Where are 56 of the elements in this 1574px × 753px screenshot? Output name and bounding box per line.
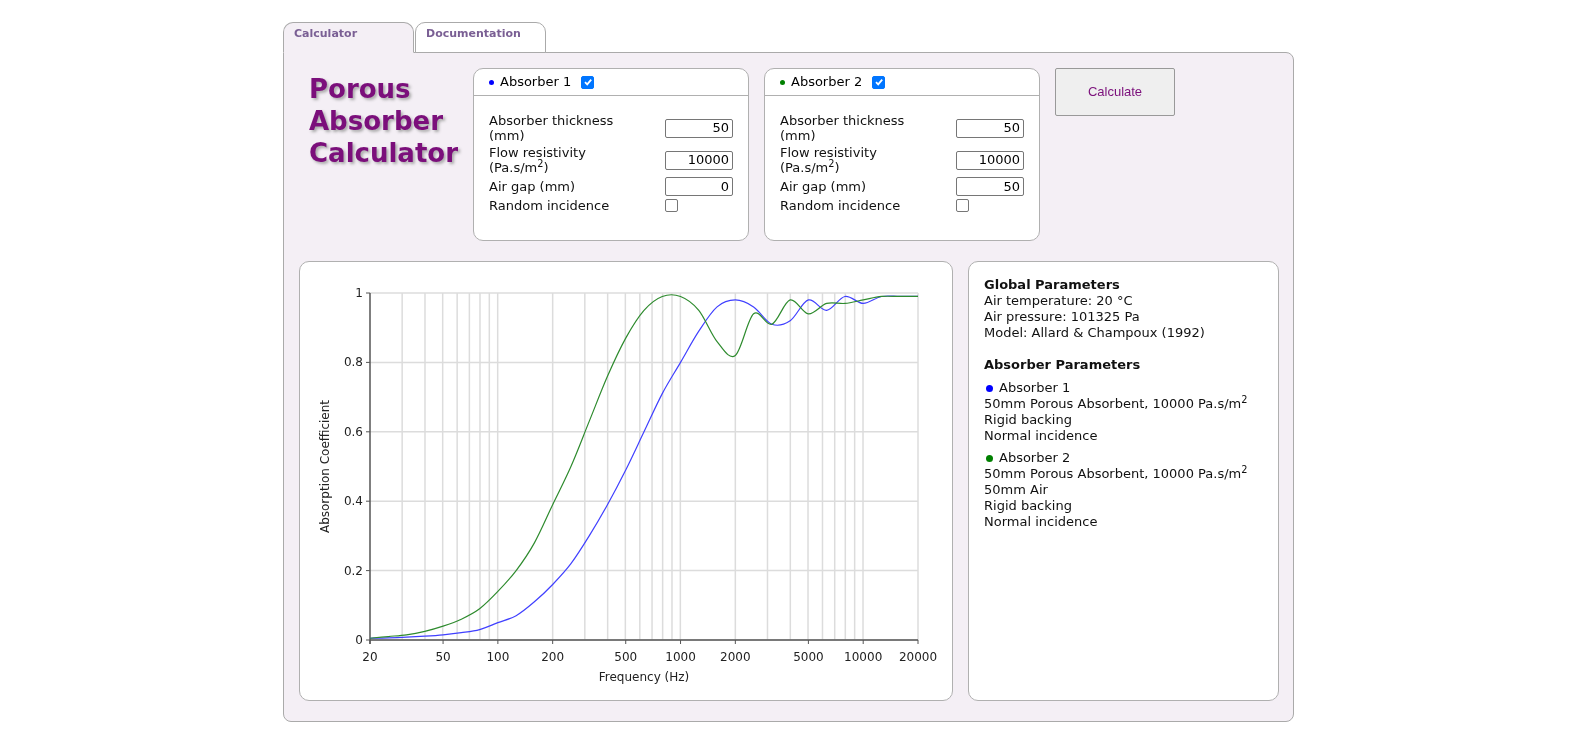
x-tick-label: 500 — [614, 650, 638, 664]
info-line: Air temperature: 20 °C — [984, 293, 1134, 309]
number-field[interactable]: 10000 — [665, 150, 733, 170]
info-line: Normal incidence — [984, 514, 1099, 530]
y-tick-label: 1 — [355, 286, 363, 300]
y-tick-label: 0.8 — [343, 355, 363, 370]
field-label: Absorber thickness (mm) — [780, 113, 906, 143]
field-label: Air gap (mm) — [489, 179, 577, 194]
info-line: 50mm Air — [984, 482, 1049, 498]
x-tick-label: 20000 — [898, 650, 938, 664]
x-tick-label: 20 — [362, 650, 378, 664]
absorber-name: Absorber 1 — [999, 380, 1071, 396]
x-tick-label: 200 — [541, 650, 565, 664]
info-line: 50mm Porous Absorbent, 10000 Pa.s/m$^{2}$ — [984, 396, 1249, 412]
x-tick-label: 50 — [435, 650, 451, 664]
y-tick-label: 0 — [355, 633, 363, 647]
x-tick-label: 10000 — [844, 650, 883, 664]
info-line: Normal incidence — [984, 428, 1099, 444]
section-heading: Global Parameters — [984, 277, 1121, 293]
info-line: Rigid backing — [984, 412, 1073, 428]
number-field[interactable]: 10000 — [956, 150, 1024, 170]
app-title: Porous Absorber Calculator — [309, 73, 460, 169]
y-tick-label: 0.2 — [343, 563, 363, 578]
y-axis-title: Absorption Coefficient — [318, 399, 332, 534]
number-field[interactable]: 50 — [665, 118, 733, 138]
x-tick-label: 5000 — [793, 650, 824, 664]
x-tick-label: 2000 — [720, 650, 751, 664]
calculate-button[interactable]: Calculate — [1055, 68, 1175, 116]
number-field[interactable]: 50 — [956, 118, 1024, 138]
random-incidence-checkbox[interactable] — [956, 199, 969, 212]
info-line: Rigid backing — [984, 498, 1073, 514]
y-tick-label: 0.4 — [343, 494, 363, 509]
field-label: Random incidence — [489, 198, 611, 213]
number-field[interactable]: 0 — [665, 177, 733, 196]
absorber-name: Absorber 1 — [500, 73, 572, 92]
random-incidence-checkbox[interactable] — [665, 199, 678, 212]
y-tick-label: 0.6 — [343, 424, 363, 439]
x-tick-label: 1000 — [665, 650, 696, 664]
field-label: Random incidence — [780, 198, 902, 213]
tab[interactable]: Documentation — [415, 22, 546, 53]
info-line: Air pressure: 101325 Pa — [984, 309, 1141, 325]
info-line: Model: Allard & Champoux (1992) — [984, 325, 1206, 341]
x-tick-label: 100 — [486, 650, 510, 664]
field-label: Flow resistivity (Pa.s/m$^{2}$) — [780, 145, 878, 175]
tab[interactable]: Calculator — [283, 22, 414, 53]
absorber-name: Absorber 2 — [791, 73, 863, 92]
number-field[interactable]: 50 — [956, 177, 1024, 196]
section-heading: Absorber Parameters — [984, 357, 1142, 373]
info-line: 50mm Porous Absorbent, 10000 Pa.s/m$^{2}$ — [984, 466, 1249, 482]
field-label: Flow resistivity (Pa.s/m$^{2}$) — [489, 145, 587, 175]
enable-checkbox[interactable] — [581, 75, 595, 89]
field-label: Absorber thickness (mm) — [489, 113, 615, 143]
x-axis-title: Frequency (Hz) — [598, 670, 690, 684]
absorber-name: Absorber 2 — [999, 450, 1071, 466]
field-label: Air gap (mm) — [780, 179, 868, 194]
enable-checkbox[interactable] — [872, 75, 886, 89]
